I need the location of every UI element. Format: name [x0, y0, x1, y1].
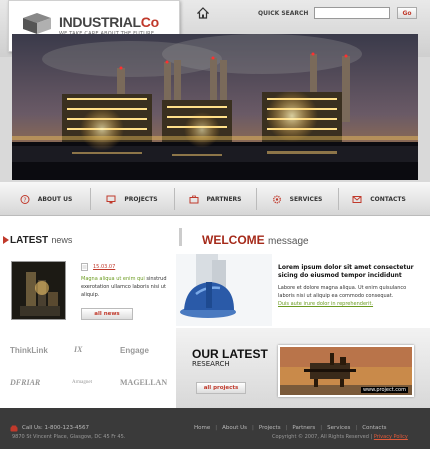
nav-item-partners[interactable]: PARTNERS: [176, 182, 254, 216]
research-url: www.project.com: [360, 387, 408, 393]
welcome-title: WELCOME message: [202, 233, 309, 247]
nav-label: PROJECTS: [124, 195, 158, 203]
footer-copyright: Copyright © 2007, All Rights Reserved | …: [272, 434, 408, 440]
latest-news-title: LATEST news: [10, 235, 73, 246]
logo-icon: [23, 13, 51, 34]
briefcase-icon: [189, 195, 198, 203]
hero-image: [12, 34, 418, 180]
footer-link-projects[interactable]: Projects: [259, 425, 281, 431]
nav-label: CONTACTS: [370, 195, 406, 203]
partner-logo[interactable]: IX: [74, 345, 82, 354]
partner-logo[interactable]: Engage: [120, 346, 149, 355]
welcome-link[interactable]: Duis aute irure dolor in reprehenderit.: [278, 301, 373, 307]
search-input[interactable]: [314, 7, 390, 19]
partner-logos: ThinkLink IX Engage DFRIAR Armagnet MAGE…: [8, 340, 172, 402]
partner-logo[interactable]: DFRIAR: [10, 378, 40, 387]
footer-separator: |: [252, 425, 254, 431]
research-title: OUR LATEST: [192, 347, 268, 361]
privacy-policy-link[interactable]: Privacy Policy: [374, 434, 408, 440]
research-subtitle: RESEARCH: [192, 360, 230, 368]
all-news-button[interactable]: all news: [81, 308, 133, 320]
nav-item-services[interactable]: SERVICES: [258, 182, 336, 216]
footer-links: Home | About Us | Projects | Partners | Serv…: [194, 425, 391, 431]
nav-label: PARTNERS: [206, 195, 242, 203]
news-photo[interactable]: [11, 261, 66, 320]
search-go-button[interactable]: Go: [397, 7, 417, 19]
monitor-icon: [106, 195, 116, 203]
nav-separator: [90, 188, 91, 210]
gear-icon: [272, 195, 281, 203]
footer-address: 9870 St Vincent Place, Glasgow, DC 45 Fr…: [12, 434, 126, 440]
nav-item-contacts[interactable]: CONTACTS: [340, 182, 418, 216]
divider: [179, 228, 182, 246]
footer-link-about-us[interactable]: About Us: [222, 425, 247, 431]
nav-item-about-us[interactable]: ? ABOUT US: [12, 182, 80, 216]
question-icon: ?: [20, 194, 30, 204]
footer-link-partners[interactable]: Partners: [292, 425, 315, 431]
research-block: OUR LATEST RESEARCH all projects www.pro…: [176, 328, 430, 408]
envelope-icon: [352, 195, 362, 203]
footer-link-home[interactable]: Home: [194, 425, 210, 431]
research-photo[interactable]: www.project.com: [278, 345, 414, 397]
nav-item-projects[interactable]: PROJECTS: [92, 182, 172, 216]
home-icon[interactable]: [197, 7, 209, 19]
footer: Call Us: 1-800-123-4567 9870 St Vincent …: [0, 408, 430, 449]
svg-text:?: ?: [23, 197, 26, 204]
footer-separator: |: [355, 425, 358, 431]
partner-logo[interactable]: MAGELLAN: [120, 378, 167, 387]
document-icon: [81, 263, 88, 271]
nav-separator: [174, 188, 175, 210]
partner-logo[interactable]: ThinkLink: [10, 346, 48, 355]
phone-icon: [10, 425, 18, 432]
nav-label: SERVICES: [289, 195, 323, 203]
news-date[interactable]: 15.03.07: [93, 264, 115, 270]
footer-separator: |: [215, 425, 218, 431]
footer-phone: Call Us: 1-800-123-4567: [22, 425, 89, 431]
footer-separator: |: [285, 425, 288, 431]
news-text: Magna aliqua ut enim qui sinstrud exerot…: [81, 276, 167, 298]
partner-logo[interactable]: Armagnet: [72, 380, 92, 385]
main-content: LATEST news 15.03.07 Magna aliqua ut eni…: [0, 216, 430, 408]
all-projects-button[interactable]: all projects: [196, 382, 246, 394]
footer-link-services[interactable]: Services: [327, 425, 350, 431]
arrow-icon: [3, 236, 9, 244]
logo-title: INDUSTRIALCo: [59, 14, 159, 30]
helmet-image: [176, 254, 272, 326]
welcome-heading: Lorem ipsum dolor sit amet consectetur s…: [278, 264, 414, 279]
quick-search-label: QUICK SEARCH: [258, 10, 309, 17]
nav-separator: [338, 188, 339, 210]
main-nav: ? ABOUT US PROJECTS PARTNERS SERVICES CO…: [0, 182, 430, 216]
footer-separator: |: [320, 425, 323, 431]
footer-link-contacts[interactable]: Contacts: [362, 425, 386, 431]
nav-separator: [256, 188, 257, 210]
welcome-text: Labore et dolore magna aliqua. Ut enim q…: [278, 285, 407, 299]
nav-label: ABOUT US: [37, 195, 73, 203]
